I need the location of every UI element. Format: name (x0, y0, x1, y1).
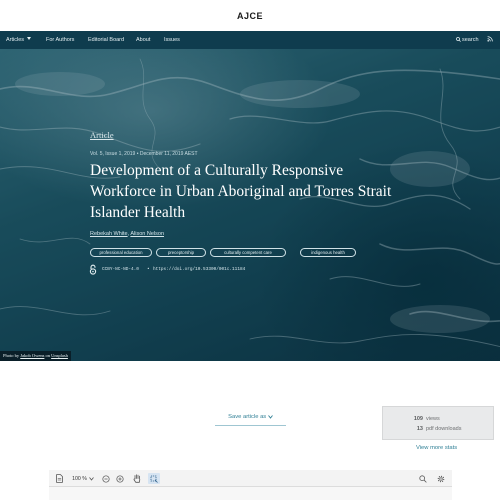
nav-editorial-board[interactable]: Editorial Board (88, 31, 124, 49)
article-type-link[interactable]: Article (90, 130, 114, 140)
select-tool-icon (150, 475, 158, 483)
pdf-viewer-toolbar: 100 % (49, 470, 452, 487)
chevron-down-icon (89, 476, 94, 481)
photo-credit-middle: on (45, 353, 51, 358)
zoom-out-icon (101, 474, 110, 483)
license-label[interactable]: CCBY-NC-ND-4.0 (102, 267, 139, 272)
main-navbar: Articles For Authors Editorial Board Abo… (0, 31, 500, 49)
caret-down-icon (27, 37, 32, 40)
zoom-in-button[interactable] (114, 473, 125, 484)
meta-separator: • (147, 267, 150, 272)
search-icon (456, 37, 461, 42)
zoom-out-button[interactable] (100, 473, 111, 484)
select-tool-button[interactable] (148, 473, 160, 484)
site-header: AJCE (0, 0, 500, 31)
keyword-tag[interactable]: preceptorship (156, 248, 206, 257)
document-icon (55, 474, 63, 483)
nav-articles-label: Articles (6, 37, 25, 43)
save-article-label: Save article as (228, 414, 267, 420)
zoom-select[interactable]: 100 % (69, 473, 97, 484)
zoom-in-icon (115, 474, 124, 483)
photographer-link[interactable]: Jakob Owens (20, 353, 44, 358)
author-link[interactable]: Alison Nelson (130, 231, 164, 237)
article-authors: Rebekah White, Alison Nelson (90, 231, 164, 237)
keyword-tag[interactable]: professional education (90, 248, 152, 257)
nav-search-button[interactable]: search (456, 31, 479, 49)
nav-for-authors[interactable]: For Authors (46, 31, 74, 49)
pdf-page-area (49, 487, 452, 500)
views-label: views (426, 416, 440, 422)
pdf-label: pdf downloads (426, 426, 462, 432)
hand-tool-icon (133, 474, 140, 483)
keyword-tag[interactable]: culturally competent care (210, 248, 286, 257)
views-count: 109 (413, 416, 423, 422)
nav-search-label: search (462, 37, 479, 43)
settings-button[interactable] (435, 473, 446, 484)
nav-issues[interactable]: Issues (164, 31, 180, 49)
photo-credit: Photo by Jakob Owens on Unsplash (0, 351, 71, 361)
hand-tool-button[interactable] (131, 473, 142, 484)
open-access-icon[interactable] (89, 264, 97, 275)
article-issue-date: Vol. 5, Issue 1, 2019 • December 11, 201… (90, 151, 198, 157)
photo-credit-prefix: Photo by (3, 353, 20, 358)
rss-link[interactable] (487, 31, 493, 49)
view-more-stats-link[interactable]: View more stats (416, 445, 457, 451)
rss-icon (487, 36, 493, 42)
settings-gear-icon (437, 475, 444, 482)
photo-source-link[interactable]: Unsplash (51, 353, 68, 358)
author-link[interactable]: Rebekah White (90, 231, 128, 237)
document-button[interactable] (54, 473, 64, 484)
search-icon (418, 474, 427, 483)
article-stats-box: 109 views 13 pdf downloads (382, 406, 494, 440)
keyword-tag[interactable]: indigenous health (300, 248, 356, 257)
search-button[interactable] (417, 473, 428, 484)
doi-link[interactable]: https://doi.org/10.53300/001c.11184 (153, 267, 245, 272)
nav-articles[interactable]: Articles (6, 31, 32, 49)
save-article-button[interactable]: Save article as (215, 408, 286, 426)
nav-about[interactable]: About (136, 31, 150, 49)
pdf-count: 13 (416, 426, 423, 432)
zoom-level: 100 % (72, 475, 87, 482)
site-title[interactable]: AJCE (237, 11, 263, 21)
article-title: Development of a Culturally Responsive W… (90, 162, 392, 221)
chevron-down-icon (267, 414, 273, 419)
